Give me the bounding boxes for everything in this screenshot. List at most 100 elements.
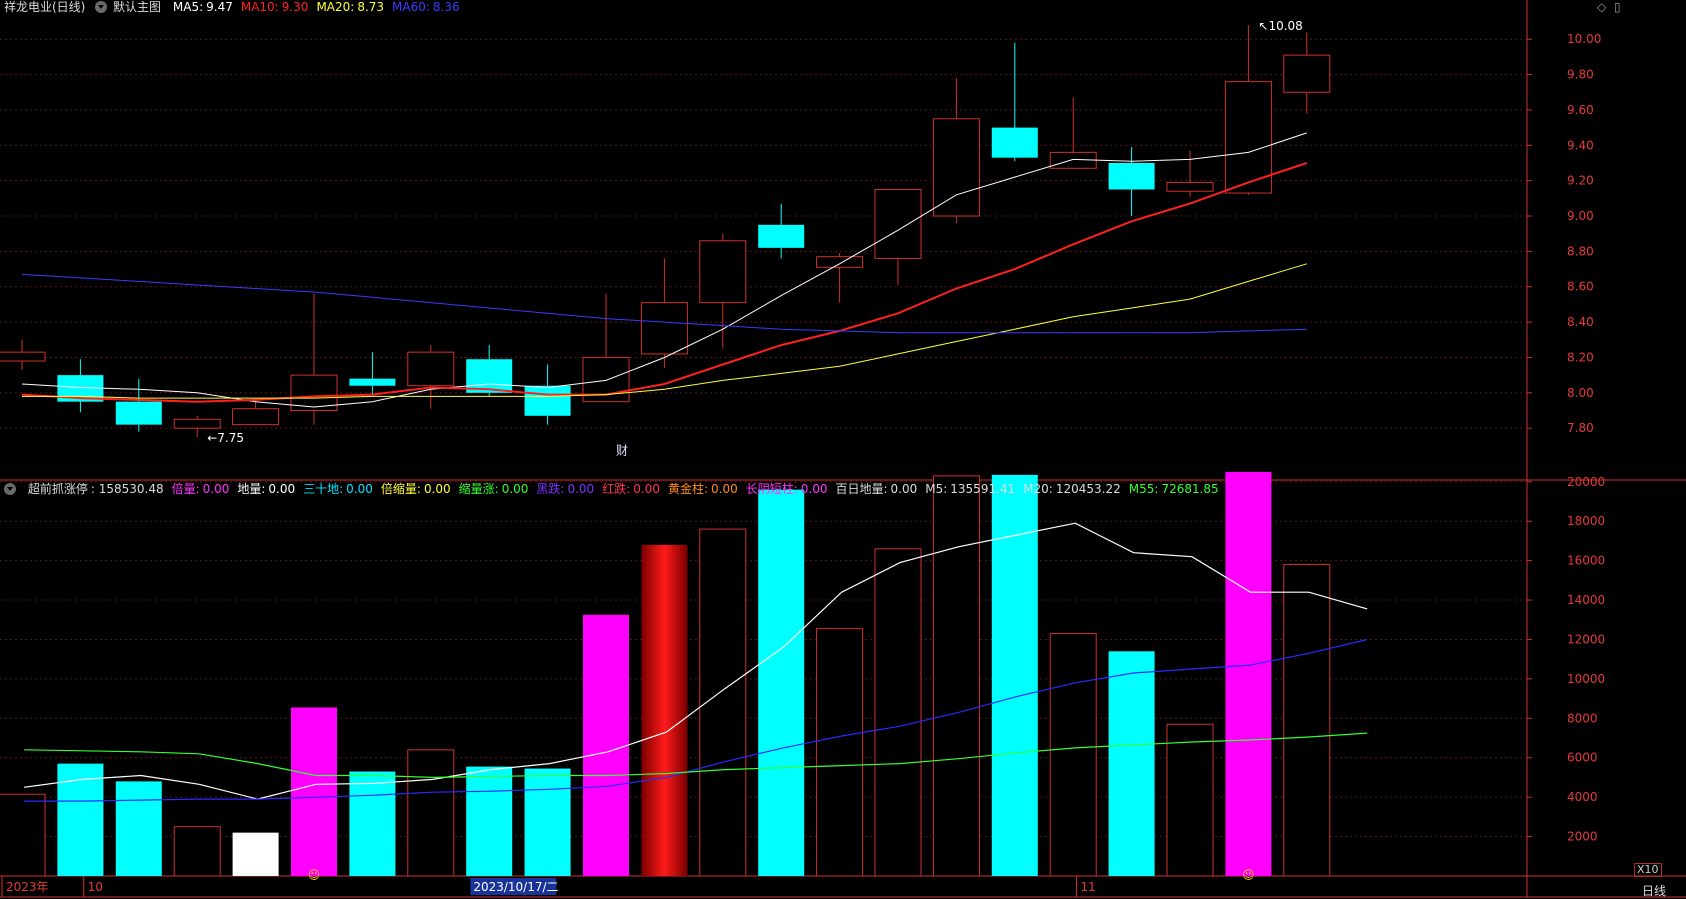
volume-bar <box>1225 471 1272 876</box>
chart-window[interactable]: 7.80 8.00 8.20 8.40 8.60 8.80 9.00 9.20 9.40 9.60… <box>0 0 1686 898</box>
template-dropdown-icon[interactable] <box>95 1 108 13</box>
legend-item: 百日地量: 0.00 <box>835 482 917 496</box>
volume-bar <box>1108 651 1155 876</box>
time-axis-label: 11 <box>1081 880 1096 894</box>
volume-bar <box>232 832 279 876</box>
legend-item: 三十地: 0.00 <box>303 482 373 496</box>
volume-bar <box>466 766 513 876</box>
stock-chart-svg[interactable]: 7.80 8.00 8.20 8.40 8.60 8.80 9.00 9.20 9.40 9.60… <box>0 0 1686 898</box>
smiley-marker: ☺ <box>1242 868 1255 882</box>
legend-value: 0.00 <box>890 482 918 496</box>
legend-label: M5: <box>925 482 948 496</box>
legend-label: 红跌: <box>602 482 631 496</box>
legend-label: 倍缩量: <box>380 482 421 496</box>
candle-body-up <box>1283 54 1331 93</box>
price-annotation: ←7.75 <box>207 431 244 445</box>
price-tick-label: 9.20 <box>1567 174 1594 188</box>
legend-label: 超前抓涨停 <box>27 482 88 496</box>
price-tick-label: 9.80 <box>1567 68 1594 82</box>
stock-title: 祥龙电业(日线) <box>4 0 86 14</box>
time-axis-label: 2023年 <box>6 880 49 894</box>
volume-bar <box>583 614 629 876</box>
legend-label: MA5: <box>172 0 204 14</box>
candle-body-up <box>232 408 280 426</box>
volume-bar <box>407 749 455 877</box>
template-label[interactable]: 默认主图 <box>113 0 161 14</box>
volume-tick-label: 4000 <box>1567 790 1598 804</box>
candle-body-up <box>932 118 980 217</box>
legend-label: 黑跌: <box>536 482 565 496</box>
candle-body-down <box>1108 162 1155 190</box>
legend-item: M20: 120453.22 <box>1023 482 1121 496</box>
legend-value: 72681.85 <box>1161 482 1219 496</box>
legend-item: 倍量: 0.00 <box>172 482 230 496</box>
volume-bar <box>173 826 221 877</box>
volume-ma-m55 <box>23 732 1368 779</box>
price-tick-label: 10.00 <box>1567 32 1601 46</box>
volume-bar <box>57 763 104 876</box>
candle-body-down <box>115 401 162 425</box>
time-axis-label: 10 <box>88 880 103 894</box>
legend-label: M20: <box>1023 482 1053 496</box>
candle-body-up <box>699 240 747 304</box>
smiley-marker: ☺ <box>308 868 321 882</box>
candle-body-up <box>816 256 864 268</box>
panel-square-icon[interactable]: ▯ <box>1614 0 1621 14</box>
price-tick-label: 7.80 <box>1567 421 1594 435</box>
indicator-dropdown-icon[interactable] <box>4 483 16 495</box>
legend-value: 0.00 <box>711 482 738 496</box>
scale-toggle-button[interactable]: X10 <box>1634 863 1662 877</box>
legend-item: 缩量涨: 0.00 <box>459 482 529 496</box>
legend-label: MA10: <box>240 0 279 14</box>
legend-item: MA5: 9.47 <box>173 0 233 14</box>
legend-item: 长阴短柱: 0.00 <box>746 482 828 496</box>
volume-bar <box>524 768 571 876</box>
volume-bar <box>641 544 688 876</box>
volume-tick-label: 8000 <box>1567 711 1598 725</box>
diamond-icon[interactable]: ◇ <box>1597 0 1606 14</box>
legend-value: 135591.41 <box>950 482 1016 496</box>
volume-tick-label: 18000 <box>1567 514 1605 528</box>
price-tick-label: 8.60 <box>1567 280 1594 294</box>
indicator-legend: 超前抓涨停: 158530.48 倍量: 0.00 地量: 0.00 三十地: 0.00 倍缩… <box>20 482 1219 496</box>
period-label[interactable]: 日线 <box>1642 882 1666 899</box>
legend-value: 0.00 <box>633 482 660 496</box>
price-tick-label: 8.20 <box>1567 350 1594 364</box>
legend-value: 0.00 <box>800 482 828 496</box>
candle-body-down <box>524 385 571 416</box>
legend-item: MA10: 9.30 <box>241 0 309 14</box>
legend-label: 三十地: <box>303 482 344 496</box>
volume-bar <box>349 771 396 876</box>
volume-bar <box>874 548 922 877</box>
legend-label: 倍量: <box>171 482 200 496</box>
legend-item: 红跌: 0.00 <box>602 482 660 496</box>
legend-label: M55: <box>1128 482 1159 496</box>
volume-bar <box>1166 723 1214 877</box>
legend-value: 0.00 <box>567 482 595 496</box>
sub-header: 超前抓涨停: 158530.48 倍量: 0.00 地量: 0.00 三十地: 0.00 倍缩… <box>4 482 1219 497</box>
legend-value: 8.73 <box>357 0 385 14</box>
legend-label: 黄金柱: <box>667 482 708 496</box>
legend-item: 黑跌: 0.00 <box>536 482 594 496</box>
volume-tick-label: 2000 <box>1567 830 1598 844</box>
price-tick-label: 9.40 <box>1567 138 1594 152</box>
volume-bar <box>1283 564 1331 877</box>
volume-tick-label: 10000 <box>1567 672 1605 686</box>
legend-value: 0.00 <box>202 482 230 496</box>
candle-body-up <box>874 188 922 259</box>
legend-label: 地量: <box>237 482 266 496</box>
candle-body-down <box>466 359 513 393</box>
volume-bar <box>758 489 805 876</box>
volume-bar <box>115 781 162 876</box>
legend-label: 百日地量: <box>835 482 888 496</box>
legend-item: 倍缩量: 0.00 <box>381 482 451 496</box>
price-tick-label: 8.80 <box>1567 244 1594 258</box>
volume-bar <box>291 707 337 876</box>
candle-body-up <box>640 302 688 355</box>
price-annotation: ↖10.08 <box>1258 19 1302 33</box>
price-tick-label: 8.40 <box>1567 315 1594 329</box>
legend-value: 9.30 <box>281 0 309 14</box>
legend-value: 8.36 <box>432 0 460 14</box>
legend-label: 缩量涨: <box>458 482 499 496</box>
volume-bar <box>1049 633 1097 877</box>
